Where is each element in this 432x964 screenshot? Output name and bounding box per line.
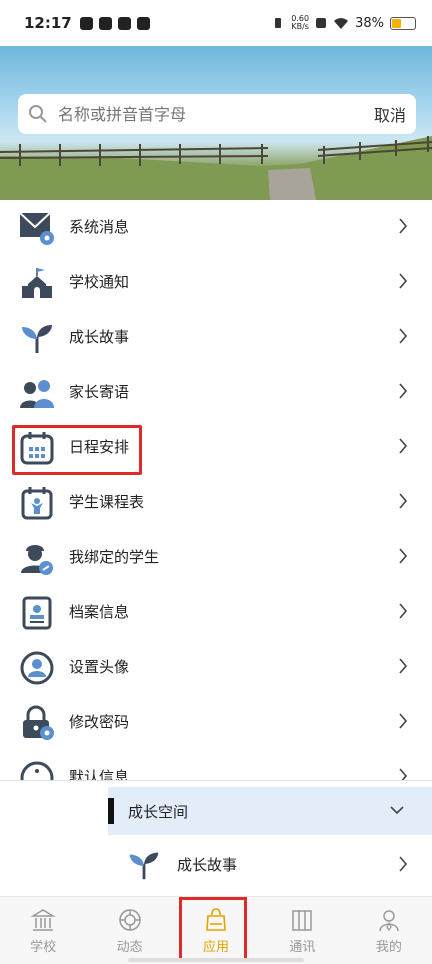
mail-gear-icon	[19, 212, 54, 245]
status-time: 12:17	[24, 14, 72, 32]
chevron-right-icon	[399, 603, 408, 619]
chevron-right-icon	[399, 383, 408, 399]
contacts-icon	[292, 909, 313, 931]
school-icon	[22, 268, 52, 298]
dynamic-icon	[118, 908, 141, 931]
status-right: 0.60 KB/s 38%	[271, 15, 416, 31]
info-icon	[20, 761, 54, 780]
menu-item-label: 设置头像	[69, 658, 130, 676]
battery-percent: 38%	[355, 15, 384, 31]
app-notify-icon	[136, 16, 150, 30]
tab-label: 通讯	[289, 939, 316, 955]
tab-label: 学校	[30, 939, 57, 955]
user-icon	[379, 909, 399, 931]
menu-item-archive-info[interactable]: 档案信息	[0, 585, 432, 640]
menu-item-parent-message[interactable]: 家长寄语	[0, 365, 432, 420]
chevron-down-icon	[390, 806, 404, 815]
tab-label: 动态	[116, 939, 143, 955]
chevron-right-icon	[399, 273, 408, 289]
sprout-icon	[22, 325, 52, 353]
menu-item-growth-story[interactable]: 成长故事	[0, 310, 432, 365]
chevron-right-icon	[399, 548, 408, 564]
menu-item-label: 学生课程表	[69, 493, 145, 511]
calendar-notify-icon	[117, 16, 131, 30]
menu-item-bound-students[interactable]: 我绑定的学生	[0, 530, 432, 585]
menu-item-default-info[interactable]: 默认信息	[0, 750, 432, 780]
lock-gear-icon	[23, 705, 54, 740]
net-speed-unit: KB/s	[291, 22, 309, 31]
group-item-label: 成长故事	[177, 856, 238, 874]
bottom-tab-bar: 学校 动态 应用 通讯 我的	[0, 896, 432, 964]
group-title: 成长空间	[128, 802, 189, 821]
group-indicator	[108, 798, 114, 824]
home-indicator	[128, 958, 304, 962]
chevron-right-icon	[399, 328, 408, 344]
wifi-icon	[334, 18, 349, 29]
menu-item-label: 家长寄语	[69, 383, 130, 401]
sprout-icon	[129, 852, 159, 880]
tab-label: 应用	[203, 939, 230, 955]
menu-item-school-notice[interactable]: 学校通知	[0, 255, 432, 310]
bag-icon	[206, 907, 226, 931]
menu-item-label: 档案信息	[69, 603, 130, 621]
menu-item-label: 成长故事	[69, 328, 130, 346]
menu-item-label: 学校通知	[69, 273, 130, 291]
profile-card-icon	[22, 596, 52, 630]
tab-mine[interactable]: 我的	[346, 897, 432, 964]
menu-item-change-password[interactable]: 修改密码	[0, 695, 432, 750]
menu-item-schedule[interactable]: 日程安排	[0, 420, 432, 475]
menu-item-system-messages[interactable]: 系统消息	[0, 200, 432, 255]
app-menu-list: 系统消息 学校通知 成长故事 家长寄语 日程安排 学生课程表 我绑定的学生 档案…	[0, 200, 432, 780]
menu-item-label: 我绑定的学生	[69, 548, 160, 566]
chevron-right-icon	[399, 713, 408, 729]
cancel-button[interactable]: 取消	[374, 102, 406, 126]
tiktok-icon	[79, 16, 93, 30]
avatar-icon	[20, 651, 54, 685]
search-bar: 取消	[18, 94, 416, 134]
menu-item-label: 系统消息	[69, 218, 130, 236]
chevron-right-icon	[399, 658, 408, 674]
tab-label: 我的	[375, 939, 402, 955]
chevron-right-icon	[399, 218, 408, 234]
tab-school[interactable]: 学校	[0, 897, 86, 964]
tab-apps[interactable]: 应用	[173, 897, 259, 964]
school-building-icon	[30, 908, 56, 931]
group-header-growth-space[interactable]: 成长空间	[108, 787, 432, 835]
status-bar: 12:17 0.60 KB/s 38%	[0, 0, 432, 46]
menu-item-set-avatar[interactable]: 设置头像	[0, 640, 432, 695]
search-input[interactable]	[58, 104, 348, 124]
timetable-icon	[21, 487, 53, 520]
vibrate-icon	[275, 18, 282, 28]
battery-icon	[390, 16, 416, 30]
menu-item-student-timetable[interactable]: 学生课程表	[0, 475, 432, 530]
calendar-icon	[20, 432, 54, 465]
chevron-right-icon	[399, 856, 408, 872]
chevron-right-icon	[399, 493, 408, 509]
menu-item-label: 默认信息	[69, 768, 130, 780]
mail-icon	[98, 16, 112, 30]
chevron-right-icon	[399, 438, 408, 454]
net-speed: 0.60 KB/s	[291, 15, 309, 31]
tab-contacts[interactable]: 通讯	[259, 897, 345, 964]
student-link-icon	[21, 545, 53, 575]
group-item-growth-story[interactable]: 成长故事	[108, 839, 432, 889]
menu-item-label: 日程安排	[69, 438, 130, 456]
search-icon	[29, 105, 47, 123]
parents-icon	[20, 380, 54, 408]
group-panel: 成长空间 成长故事	[0, 780, 432, 896]
sim-icon	[316, 18, 327, 28]
notification-icons	[79, 16, 150, 30]
chevron-right-icon	[399, 768, 408, 780]
menu-item-label: 修改密码	[69, 713, 130, 731]
tab-dynamic[interactable]: 动态	[86, 897, 172, 964]
